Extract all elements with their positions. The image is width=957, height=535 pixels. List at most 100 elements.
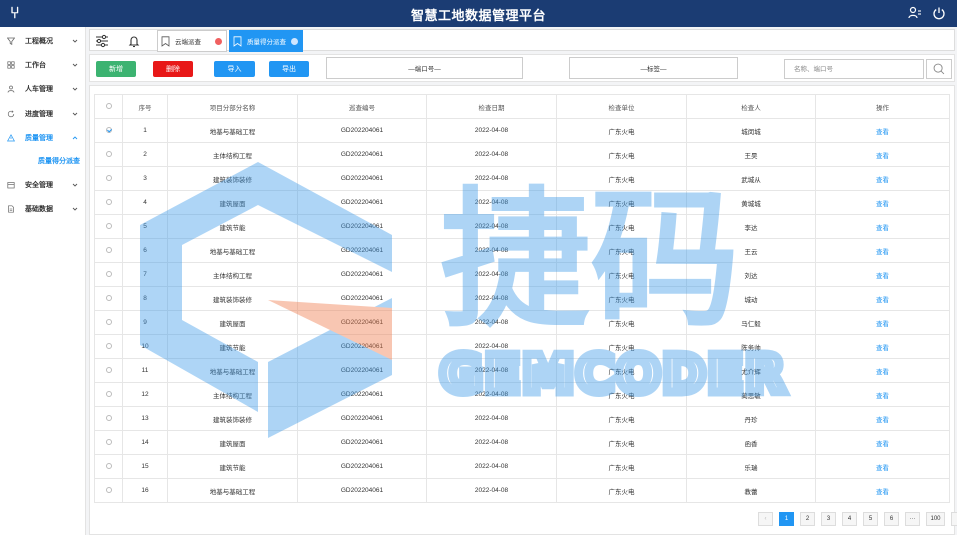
power-icon[interactable] xyxy=(932,6,946,20)
row-checkbox[interactable] xyxy=(105,223,112,230)
row-select-cell[interactable] xyxy=(94,262,123,287)
row-action-cell[interactable]: 查看 xyxy=(815,454,950,479)
row-checkbox[interactable] xyxy=(105,247,112,254)
table-row[interactable]: 1 地基与基础工程 GD202204061 2022-04-08 广东火电 城闵城 查看 xyxy=(94,118,950,143)
row-select-cell[interactable] xyxy=(94,454,123,479)
row-select-cell[interactable] xyxy=(94,334,123,359)
row-action-cell[interactable]: 查看 xyxy=(815,238,950,263)
row-checkbox[interactable] xyxy=(105,415,112,422)
row-checkbox[interactable] xyxy=(105,151,112,158)
bell-icon[interactable] xyxy=(126,33,142,49)
view-link[interactable]: 查看 xyxy=(876,393,889,400)
row-checkbox[interactable] xyxy=(105,343,112,350)
row-select-cell[interactable] xyxy=(94,166,123,191)
view-link[interactable]: 查看 xyxy=(876,441,889,448)
row-checkbox[interactable] xyxy=(105,199,112,206)
row-checkbox[interactable] xyxy=(105,439,112,446)
row-select-cell[interactable] xyxy=(94,310,123,335)
row-checkbox[interactable] xyxy=(105,175,112,182)
row-select-cell[interactable] xyxy=(94,118,123,143)
row-action-cell[interactable]: 查看 xyxy=(815,334,950,359)
row-select-cell[interactable] xyxy=(94,238,123,263)
sidebar-item-safety[interactable]: 安全管理 xyxy=(0,176,86,194)
row-select-cell[interactable] xyxy=(94,478,123,503)
row-checkbox[interactable] xyxy=(105,367,112,374)
next-page-button[interactable]: › xyxy=(951,512,957,526)
row-action-cell[interactable]: 查看 xyxy=(815,430,950,455)
table-row[interactable]: 13 建筑装饰装修 GD202204061 2022-04-08 广东火电 丹珍 查看 xyxy=(94,406,950,431)
row-action-cell[interactable]: 查看 xyxy=(815,406,950,431)
page-button-last[interactable]: 100 xyxy=(926,512,945,526)
row-action-cell[interactable]: 查看 xyxy=(815,358,950,383)
table-row[interactable]: 6 地基与基础工程 GD202204061 2022-04-08 广东火电 王云 查看 xyxy=(94,238,950,263)
table-row[interactable]: 9 建筑屋面 GD202204061 2022-04-08 广东火电 马仁毅 查看 xyxy=(94,310,950,335)
row-action-cell[interactable]: 查看 xyxy=(815,118,950,143)
row-action-cell[interactable]: 查看 xyxy=(815,286,950,311)
tab-quality-score-inspection[interactable]: 质量得分派查 xyxy=(229,30,303,52)
row-select-cell[interactable] xyxy=(94,190,123,215)
view-link[interactable]: 查看 xyxy=(876,465,889,472)
view-link[interactable]: 查看 xyxy=(876,297,889,304)
row-action-cell[interactable]: 查看 xyxy=(815,190,950,215)
view-link[interactable]: 查看 xyxy=(876,345,889,352)
view-link[interactable]: 查看 xyxy=(876,273,889,280)
row-checkbox[interactable] xyxy=(105,487,112,494)
table-row[interactable]: 3 建筑装饰装修 GD202204061 2022-04-08 广东火电 武城从 查看 xyxy=(94,166,950,191)
view-link[interactable]: 查看 xyxy=(876,417,889,424)
view-link[interactable]: 查看 xyxy=(876,129,889,136)
sidebar-item-progress[interactable]: 进度管理 xyxy=(0,105,86,123)
row-action-cell[interactable]: 查看 xyxy=(815,262,950,287)
row-action-cell[interactable]: 查看 xyxy=(815,166,950,191)
view-link[interactable]: 查看 xyxy=(876,249,889,256)
row-select-cell[interactable] xyxy=(94,142,123,167)
row-select-cell[interactable] xyxy=(94,382,123,407)
sidebar-subitem-quality-score-inspection[interactable]: 质量得分派查 xyxy=(38,156,80,166)
select-all-checkbox[interactable] xyxy=(105,103,112,110)
table-row[interactable]: 11 地基与基础工程 GD202204061 2022-04-08 广东火电 尤介辉 查看 xyxy=(94,358,950,383)
row-select-cell[interactable] xyxy=(94,214,123,239)
row-checkbox[interactable] xyxy=(105,127,112,134)
import-button[interactable]: 导入 xyxy=(214,61,255,77)
port-filter-select[interactable]: —端口号— xyxy=(326,57,523,79)
sidebar-item-basic-data[interactable]: 基础数据 xyxy=(0,200,86,218)
table-row[interactable]: 16 地基与基础工程 GD202204061 2022-04-08 广东火电 教蕾 查看 xyxy=(94,478,950,503)
page-button-6[interactable]: 6 xyxy=(884,512,899,526)
add-button[interactable]: 新增 xyxy=(96,61,136,77)
table-row[interactable]: 7 主体结构工程 GD202204061 2022-04-08 广东火电 刘达 查看 xyxy=(94,262,950,287)
select-all-cell[interactable] xyxy=(94,94,123,119)
row-checkbox[interactable] xyxy=(105,271,112,278)
view-link[interactable]: 查看 xyxy=(876,369,889,376)
row-action-cell[interactable]: 查看 xyxy=(815,382,950,407)
view-link[interactable]: 查看 xyxy=(876,201,889,208)
sidebar-item-personnel-vehicles[interactable]: 人车管理 xyxy=(0,80,86,98)
table-row[interactable]: 15 建筑节能 GD202204061 2022-04-08 广东火电 乐瑞 查看 xyxy=(94,454,950,479)
page-button-3[interactable]: 3 xyxy=(821,512,836,526)
table-row[interactable]: 5 建筑节能 GD202204061 2022-04-08 广东火电 李达 查看 xyxy=(94,214,950,239)
page-button-1[interactable]: 1 xyxy=(779,512,794,526)
row-action-cell[interactable]: 查看 xyxy=(815,142,950,167)
table-row[interactable]: 4 建筑屋面 GD202204061 2022-04-08 广东火电 黄城城 查看 xyxy=(94,190,950,215)
user-settings-icon[interactable] xyxy=(908,6,922,20)
tab-cloud-inspection[interactable]: 云端派查 xyxy=(157,30,227,52)
table-row[interactable]: 12 主体结构工程 GD202204061 2022-04-08 广东火电 蔺思敏 查看 xyxy=(94,382,950,407)
search-icon[interactable] xyxy=(926,59,952,79)
tag-filter-select[interactable]: —标签— xyxy=(569,57,738,79)
view-link[interactable]: 查看 xyxy=(876,177,889,184)
page-button-2[interactable]: 2 xyxy=(800,512,815,526)
close-icon[interactable] xyxy=(291,38,298,45)
prev-page-button[interactable]: ‹ xyxy=(758,512,773,526)
row-checkbox[interactable] xyxy=(105,295,112,302)
row-select-cell[interactable] xyxy=(94,406,123,431)
export-button[interactable]: 导出 xyxy=(269,61,309,77)
view-link[interactable]: 查看 xyxy=(876,153,889,160)
close-icon[interactable] xyxy=(215,38,222,45)
table-row[interactable]: 10 建筑节能 GD202204061 2022-04-08 广东火电 陈务帅 查看 xyxy=(94,334,950,359)
sliders-icon[interactable] xyxy=(94,33,110,49)
row-checkbox[interactable] xyxy=(105,319,112,326)
view-link[interactable]: 查看 xyxy=(876,321,889,328)
search-input[interactable] xyxy=(784,59,924,79)
table-row[interactable]: 2 主体结构工程 GD202204061 2022-04-08 广东火电 王昊 查看 xyxy=(94,142,950,167)
sidebar-item-project-overview[interactable]: 工程概况 xyxy=(0,32,86,50)
row-action-cell[interactable]: 查看 xyxy=(815,214,950,239)
table-row[interactable]: 14 建筑屋面 GD202204061 2022-04-08 广东火电 函香 查看 xyxy=(94,430,950,455)
